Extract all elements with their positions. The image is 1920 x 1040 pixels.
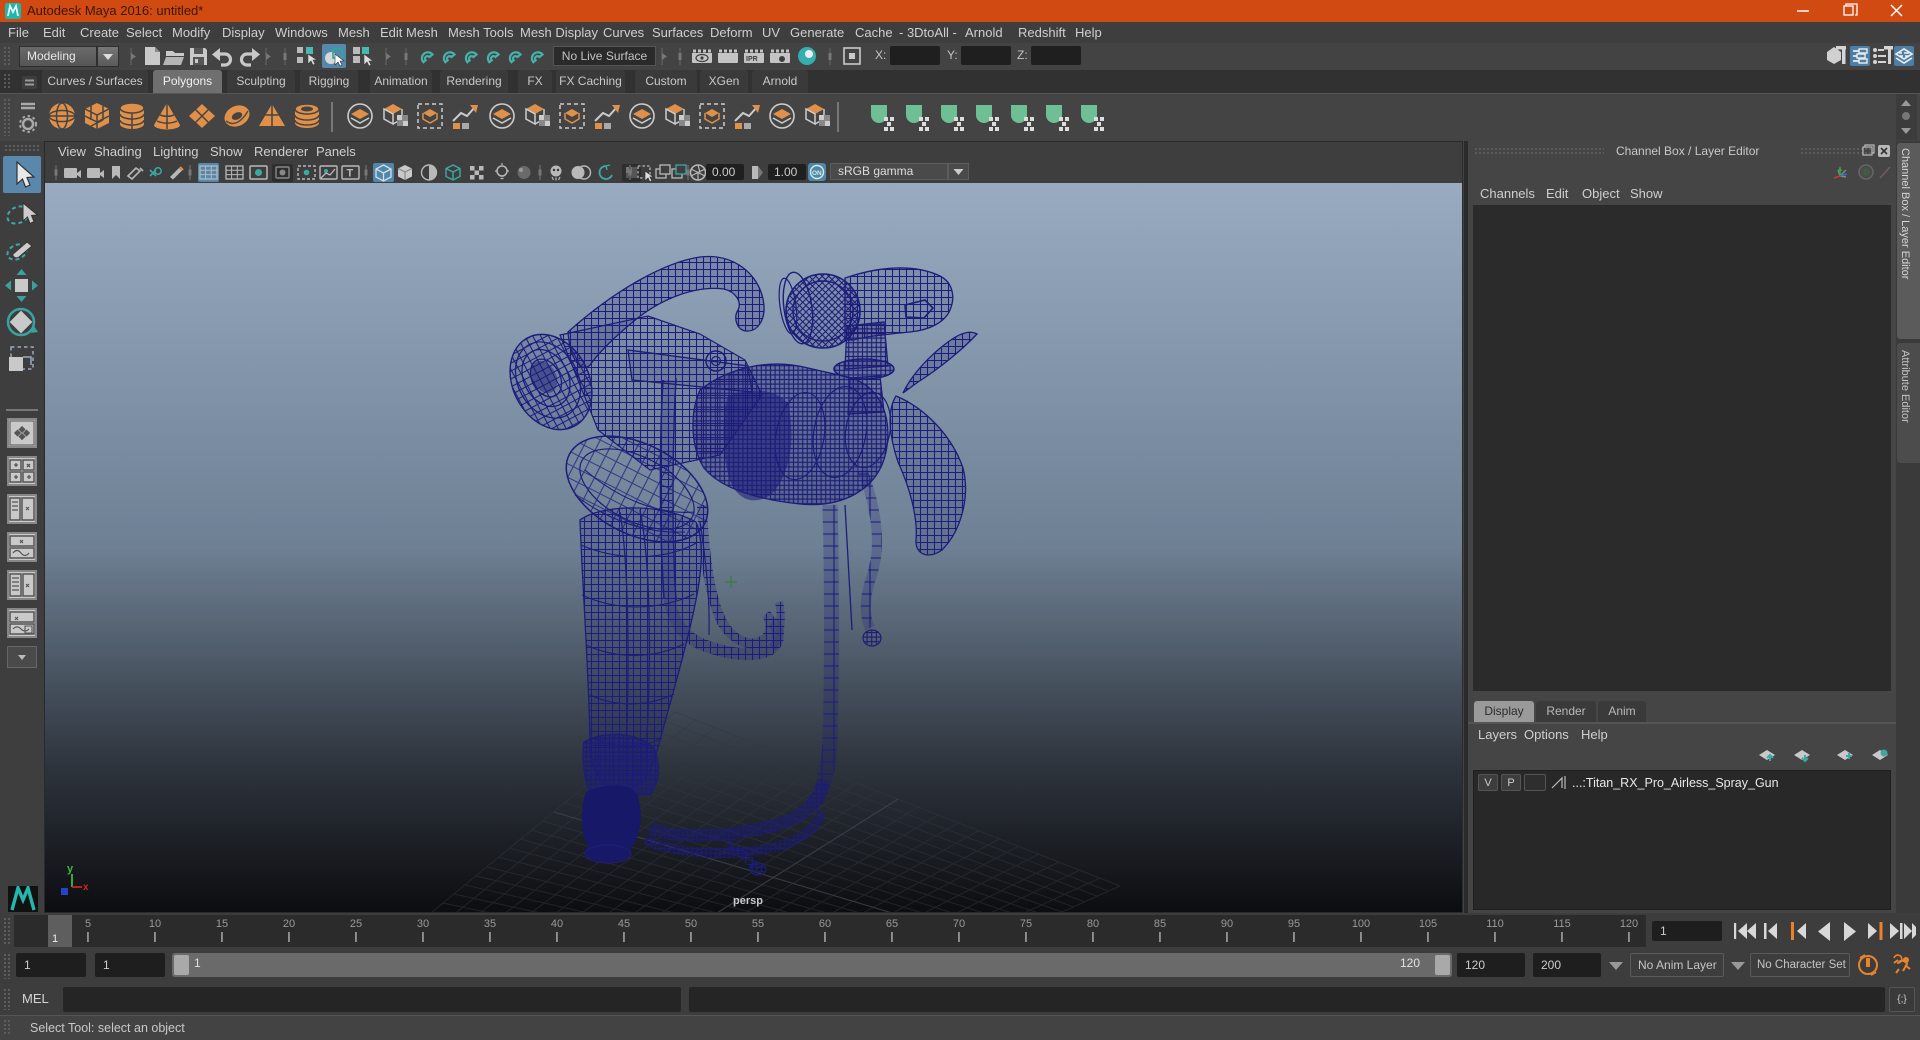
svg-text:115: 115 (1553, 918, 1571, 930)
svg-text:30: 30 (417, 918, 429, 930)
svg-text:x: x (83, 882, 89, 893)
svg-text:60: 60 (819, 918, 831, 930)
svg-text:40: 40 (551, 918, 563, 930)
svg-text:ON: ON (812, 170, 822, 177)
svg-text:105: 105 (1419, 918, 1437, 930)
svg-text:85: 85 (1154, 918, 1166, 930)
svg-text:10: 10 (149, 918, 161, 930)
svg-text:50: 50 (685, 918, 697, 930)
svg-text:15: 15 (216, 918, 228, 930)
svg-text:45: 45 (618, 918, 630, 930)
svg-text:100: 100 (1352, 918, 1370, 930)
svg-text:65: 65 (886, 918, 898, 930)
svg-text:35: 35 (484, 918, 496, 930)
svg-text:5: 5 (85, 918, 91, 930)
svg-text:20: 20 (283, 918, 295, 930)
svg-text:70: 70 (953, 918, 965, 930)
svg-text:55: 55 (752, 918, 764, 930)
svg-text:25: 25 (350, 918, 362, 930)
svg-text:IPR: IPR (746, 56, 758, 63)
svg-text:T: T (347, 168, 354, 180)
svg-text:95: 95 (1288, 918, 1300, 930)
svg-text:90: 90 (1221, 918, 1233, 930)
svg-text:1: 1 (52, 933, 58, 945)
svg-text:y: y (67, 863, 74, 875)
svg-text:75: 75 (1020, 918, 1032, 930)
svg-text:80: 80 (1087, 918, 1099, 930)
svg-text:120: 120 (1620, 918, 1638, 930)
svg-text:110: 110 (1486, 918, 1504, 930)
